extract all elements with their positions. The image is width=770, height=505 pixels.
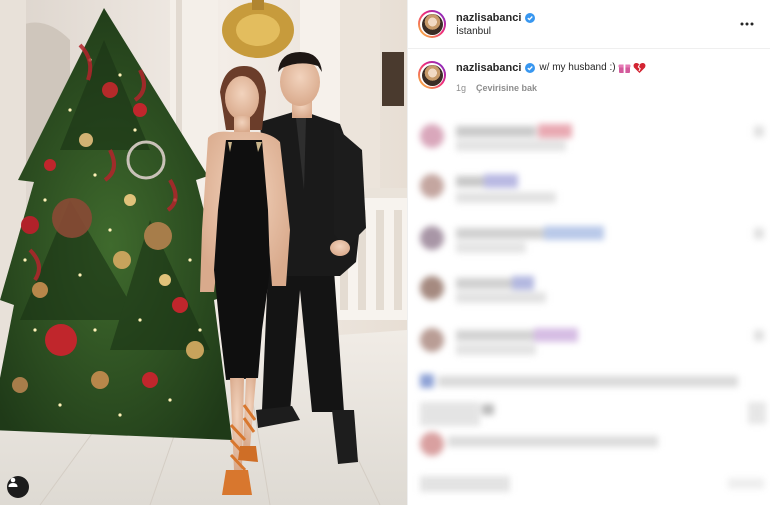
user-tag-icon xyxy=(8,477,18,487)
post-photo[interactable] xyxy=(0,0,407,505)
list-item[interactable] xyxy=(408,172,770,203)
comments-list xyxy=(408,110,770,505)
post-caption: nazlisabanci w/ my husband :) 1g Çeviris… xyxy=(408,49,770,95)
more-options-icon xyxy=(740,22,754,26)
list-item[interactable] xyxy=(408,224,770,253)
caption-username-text: nazlisabanci xyxy=(456,62,522,74)
list-item[interactable] xyxy=(408,432,770,458)
photo-illustration xyxy=(0,0,407,505)
post-side-panel: nazlisabanci İstanbul nazlisabanci w/ my… xyxy=(407,0,770,505)
avatar[interactable] xyxy=(418,10,446,38)
user-tag-button[interactable] xyxy=(7,476,29,498)
more-options-button[interactable] xyxy=(736,14,758,34)
see-translation-button[interactable]: Çevirisine bak xyxy=(476,81,537,95)
broken-heart-emoji-icon xyxy=(633,62,646,73)
gift-emoji-icon xyxy=(618,64,631,73)
list-item[interactable] xyxy=(408,326,770,355)
username-link[interactable]: nazlisabanci xyxy=(456,11,536,25)
caption-text: w/ my husband :) xyxy=(539,62,616,73)
caption-meta: 1g Çevirisine bak xyxy=(456,81,646,95)
header-text: nazlisabanci İstanbul xyxy=(456,10,736,39)
post-header: nazlisabanci İstanbul xyxy=(408,0,770,49)
list-item[interactable] xyxy=(408,122,770,151)
verified-badge-icon xyxy=(525,12,536,23)
instagram-post-view: nazlisabanci İstanbul nazlisabanci w/ my… xyxy=(0,0,770,505)
caption-avatar[interactable] xyxy=(418,61,446,89)
post-time: 1g xyxy=(456,83,467,93)
caption-username-link[interactable]: nazlisabanci xyxy=(456,61,536,75)
list-item[interactable] xyxy=(408,476,770,502)
verified-badge-icon xyxy=(525,63,536,73)
username-text: nazlisabanci xyxy=(456,11,522,24)
avatar-image xyxy=(421,13,443,35)
list-item[interactable] xyxy=(408,402,770,428)
location-link[interactable]: İstanbul xyxy=(456,25,736,39)
list-item[interactable] xyxy=(408,274,770,303)
list-item[interactable] xyxy=(408,374,770,400)
